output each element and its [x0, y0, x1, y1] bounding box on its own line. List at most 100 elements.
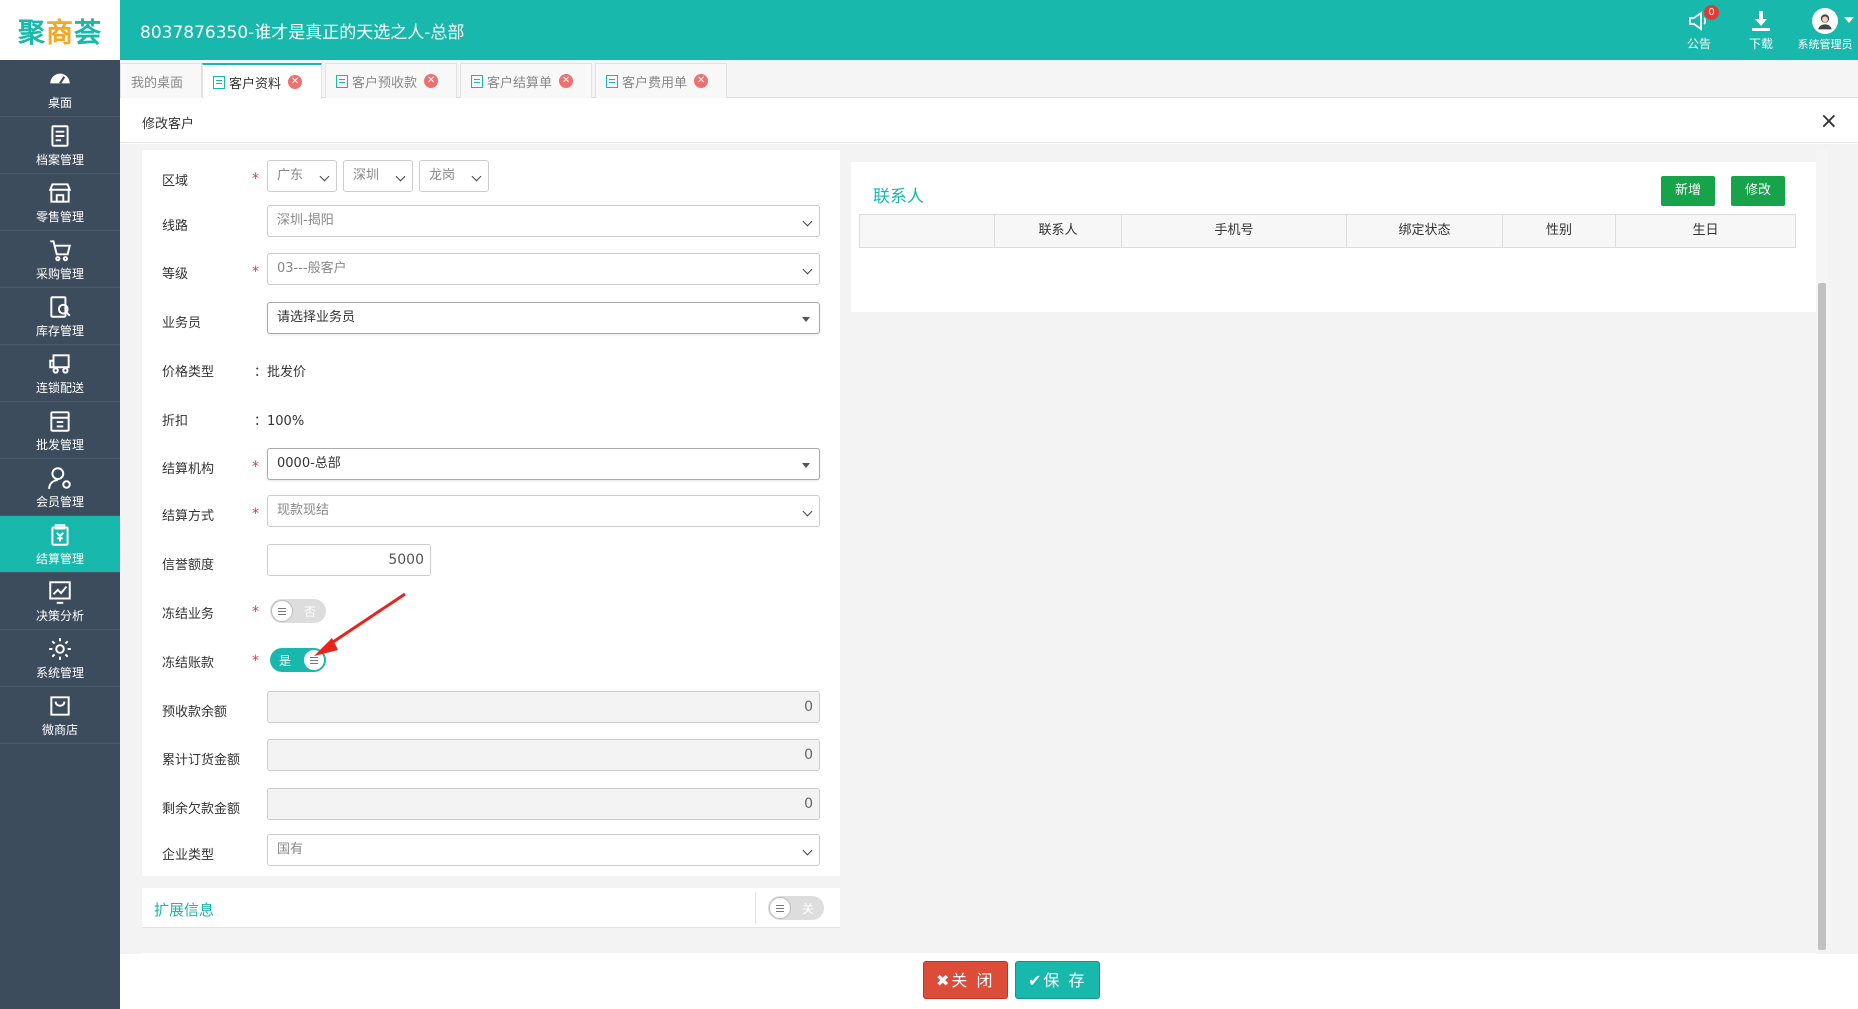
- sidebar-item-label: 系统管理: [35, 665, 84, 680]
- toggle-text: 是: [279, 654, 292, 668]
- district-select[interactable]: 龙岗: [419, 160, 489, 192]
- province-select[interactable]: 广东: [267, 160, 337, 192]
- app-logo[interactable]: 聚商荟: [0, 0, 120, 60]
- sidebar-item-label: 决策分析: [35, 608, 84, 623]
- tab-customer-settlement[interactable]: 客户结算单 ✕: [460, 63, 592, 98]
- discount-value: ：100%: [254, 414, 305, 429]
- annotation-arrow-icon: [314, 592, 406, 656]
- contacts-title: 联系人: [873, 187, 924, 207]
- route-select[interactable]: 深圳-揭阳: [267, 205, 820, 237]
- close-icon[interactable]: ✕: [288, 75, 303, 89]
- remaining-debt-row: 剩余欠款金额 0: [142, 788, 840, 824]
- edit-contact-button[interactable]: 修改: [1731, 176, 1786, 206]
- level-row: 等级 * 03---般客户: [142, 253, 840, 289]
- sidebar-item-label: 库存管理: [35, 323, 84, 338]
- level-select[interactable]: 03---般客户: [267, 253, 820, 285]
- sidebar-item-purchase[interactable]: 采购管理: [0, 231, 120, 288]
- shop-bag-icon: [50, 695, 70, 716]
- toggle-text: 关: [801, 902, 814, 916]
- sidebar-item-microshop[interactable]: 微商店: [0, 687, 120, 744]
- tab-label: 客户资料: [229, 76, 282, 92]
- sidebar-item-inventory[interactable]: 库存管理: [0, 288, 120, 345]
- member-icon: [48, 466, 71, 489]
- close-button[interactable]: ✖关 闭: [923, 961, 1008, 999]
- region-label: 区域: [162, 174, 189, 189]
- column-header[interactable]: 联系人: [995, 215, 1122, 247]
- settle-org-select[interactable]: 0000-总部: [267, 448, 820, 480]
- enterprise-type-value: 国有: [277, 842, 304, 857]
- chevron-down-icon: [802, 216, 813, 227]
- price-type-value: ：批发价: [254, 365, 307, 380]
- truck-icon: [49, 353, 70, 374]
- sidebar-item-analysis[interactable]: 决策分析: [0, 573, 120, 630]
- column-header[interactable]: 生日: [1616, 215, 1795, 247]
- credit-input[interactable]: 5000: [267, 544, 431, 576]
- sidebar-item-desktop[interactable]: 桌面: [0, 60, 120, 117]
- sidebar-item-delivery[interactable]: 连锁配送: [0, 345, 120, 402]
- announce-button[interactable]: 0 公告: [1668, 0, 1730, 60]
- tab-label: 客户费用单: [622, 75, 688, 91]
- logo-char-1: 聚: [18, 17, 46, 49]
- column-header[interactable]: 绑定状态: [1347, 215, 1503, 247]
- enterprise-type-row: 企业类型 国有: [142, 834, 840, 870]
- tab-customer-prepay[interactable]: 客户预收款 ✕: [325, 63, 457, 98]
- sidebar-item-label: 会员管理: [35, 494, 84, 509]
- salesman-select[interactable]: 请选择业务员: [267, 302, 820, 334]
- store-icon: [48, 182, 72, 203]
- total-order-row: 累计订货金额 0: [142, 739, 840, 775]
- remaining-debt-input: 0: [267, 788, 820, 820]
- add-contact-button[interactable]: 新增: [1661, 176, 1716, 206]
- route-row: 线路 深圳-揭阳: [142, 205, 840, 241]
- inventory-icon: [50, 295, 71, 318]
- user-menu[interactable]: 系统管理员: [1792, 0, 1858, 60]
- toggle-knob: [769, 897, 791, 919]
- tab-customer-expense[interactable]: 客户费用单 ✕: [595, 63, 727, 98]
- sidebar-item-label: 采购管理: [35, 266, 84, 281]
- sidebar-item-retail[interactable]: 零售管理: [0, 174, 120, 231]
- required-mark: *: [252, 459, 259, 475]
- settlement-icon: [51, 523, 69, 546]
- save-button[interactable]: ✔保 存: [1015, 961, 1100, 999]
- dialog-close-icon[interactable]: ×: [1820, 109, 1838, 134]
- toggle-knob: [271, 600, 293, 622]
- settle-org-value: 0000-总部: [277, 456, 341, 471]
- settle-method-label: 结算方式: [162, 509, 215, 524]
- close-icon[interactable]: ✕: [559, 74, 574, 88]
- required-mark: *: [252, 171, 259, 187]
- close-icon[interactable]: ✕: [694, 74, 709, 88]
- required-mark: *: [252, 653, 259, 669]
- column-header[interactable]: 性别: [1503, 215, 1616, 247]
- archive-icon: [51, 124, 69, 147]
- document-icon: [606, 74, 618, 88]
- tab-label: 客户预收款: [352, 75, 418, 91]
- required-mark: *: [252, 264, 259, 280]
- close-icon[interactable]: ✕: [424, 74, 439, 88]
- tab-my-desktop[interactable]: 我的桌面: [120, 63, 202, 98]
- tab-customer-info[interactable]: 客户资料 ✕: [202, 63, 322, 99]
- sidebar-item-label: 档案管理: [35, 152, 84, 167]
- announce-label: 公告: [1686, 36, 1711, 51]
- document-icon: [336, 74, 348, 88]
- level-label: 等级: [162, 267, 189, 282]
- scrollbar-thumb[interactable]: [1818, 283, 1826, 950]
- sidebar-item-settlement[interactable]: 结算管理: [0, 516, 120, 573]
- column-header[interactable]: [860, 215, 995, 247]
- extension-toggle[interactable]: 关: [768, 896, 824, 920]
- cart-icon: [50, 239, 71, 261]
- avatar: [1812, 8, 1838, 34]
- route-label: 线路: [162, 219, 189, 234]
- sidebar-item-member[interactable]: 会员管理: [0, 459, 120, 516]
- settle-method-select[interactable]: 现款现结: [267, 495, 820, 527]
- extension-title: 扩展信息: [154, 901, 215, 919]
- city-select[interactable]: 深圳: [343, 160, 413, 192]
- caret-down-icon: [802, 317, 810, 322]
- sidebar-item-wholesale[interactable]: 批发管理: [0, 402, 120, 459]
- contacts-table-header: 联系人 手机号 绑定状态 性别 生日: [859, 214, 1796, 248]
- column-header[interactable]: 手机号: [1122, 215, 1347, 247]
- user-avatar-icon: [1818, 14, 1832, 30]
- contacts-panel: 联系人 新增 修改 联系人 手机号 绑定状态 性别 生日: [851, 162, 1816, 312]
- download-button[interactable]: 下载: [1730, 0, 1792, 60]
- sidebar-item-system[interactable]: 系统管理: [0, 630, 120, 687]
- enterprise-type-select[interactable]: 国有: [267, 834, 820, 866]
- sidebar-item-archive[interactable]: 档案管理: [0, 117, 120, 174]
